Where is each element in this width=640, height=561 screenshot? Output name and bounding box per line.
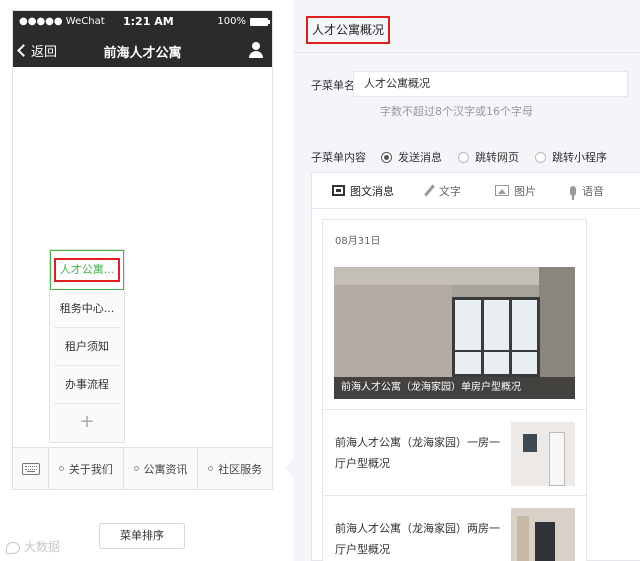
- tab-text[interactable]: 文字: [424, 183, 461, 199]
- submenu-item-rental-center[interactable]: 租务中心...: [54, 290, 120, 328]
- keyboard-icon: [21, 462, 40, 475]
- carrier-label: ●●●●● WeChat: [19, 16, 105, 27]
- tab-news[interactable]: 图文消息: [332, 183, 394, 199]
- add-submenu-button[interactable]: +: [50, 404, 124, 442]
- article-date: 08月31日: [335, 236, 381, 247]
- keyboard-toggle-button[interactable]: [13, 448, 49, 489]
- message-content-box: 图文消息 文字 图片 语音 08月31日 前海人才公寓（龙海家园）单房户型概况 …: [311, 172, 640, 561]
- cover-caption: 前海人才公寓（龙海家园）单房户型概况: [334, 377, 575, 399]
- nav-title: 前海人才公寓: [103, 46, 182, 61]
- sub-article-item[interactable]: 前海人才公寓（龙海家园）一房一厅户型概况: [323, 409, 586, 495]
- submenu-item-label: 人才公寓...: [53, 258, 121, 282]
- nav-bar: 返回 前海人才公寓: [13, 33, 272, 67]
- radio-unchecked-icon: [535, 151, 546, 163]
- editor-title: 人才公寓概况: [306, 16, 391, 44]
- divider: [293, 52, 640, 53]
- sub-article-thumbnail: [511, 422, 575, 486]
- menu-tab-label: 公寓资讯: [143, 462, 188, 476]
- message-type-tabs: 图文消息 文字 图片 语音: [312, 173, 640, 209]
- menu-sort-button[interactable]: 菜单排序: [99, 523, 185, 549]
- phone-preview: ●●●●● WeChat 1:21 AM 100% 返回 前海人才公寓 人才公寓…: [12, 10, 273, 490]
- submenu-content-label: 子菜单内容: [311, 151, 366, 164]
- sub-article-title: 前海人才公寓（龙海家园）一房一厅户型概况: [335, 436, 500, 470]
- tab-label: 语音: [582, 184, 604, 198]
- menu-tab-label: 社区服务: [218, 462, 263, 476]
- cover-image[interactable]: 前海人才公寓（龙海家园）单房户型概况: [334, 267, 575, 399]
- menu-dot-icon: [208, 466, 214, 471]
- watermark: 大数据: [6, 538, 60, 555]
- sub-article-title: 前海人才公寓（龙海家园）两房一厅户型概况: [335, 522, 500, 556]
- watermark-label: 大数据: [24, 540, 61, 554]
- weibo-icon: [6, 541, 20, 554]
- news-icon: [332, 185, 345, 196]
- content-type-radio-group: 发送消息 跳转网页 跳转小程序: [381, 149, 623, 165]
- menu-dot-icon: [58, 466, 64, 471]
- status-bar: ●●●●● WeChat 1:21 AM 100%: [13, 11, 272, 33]
- radio-open-webpage[interactable]: 跳转网页: [458, 149, 519, 165]
- menu-dot-icon: [133, 466, 139, 471]
- radio-label: 跳转小程序: [552, 151, 607, 164]
- submenu-item-talent-apartment[interactable]: 人才公寓...: [50, 250, 124, 290]
- battery-icon: [250, 18, 270, 26]
- battery-label: 100%: [217, 16, 246, 27]
- menu-tab-about-us[interactable]: 关于我们: [49, 448, 124, 489]
- tab-label: 图文消息: [350, 184, 394, 198]
- menu-bar: 关于我们 公寓资讯 社区服务: [13, 447, 272, 489]
- user-icon[interactable]: [248, 42, 264, 58]
- menu-tab-community-service[interactable]: 社区服务: [198, 448, 272, 489]
- clock-label: 1:21 AM: [123, 15, 174, 28]
- menu-tab-apartment-news[interactable]: 公寓资讯: [124, 448, 199, 489]
- radio-unchecked-icon: [458, 151, 469, 163]
- panel-pointer-arrow: [285, 460, 293, 476]
- window-illustration: [452, 297, 540, 377]
- microphone-icon: [570, 185, 576, 200]
- tab-image[interactable]: 图片: [495, 183, 536, 199]
- menu-editor-panel: 人才公寓概况 子菜单名称 人才公寓概况 字数不超过8个汉字或16个字母 子菜单内…: [293, 0, 640, 561]
- tab-label: 图片: [514, 184, 536, 198]
- radio-send-message[interactable]: 发送消息: [381, 149, 442, 165]
- radio-checked-icon: [381, 151, 392, 163]
- image-icon: [495, 185, 509, 196]
- submenu-item-tenant-notice[interactable]: 租户须知: [54, 328, 120, 366]
- article-card[interactable]: 08月31日 前海人才公寓（龙海家园）单房户型概况 前海人才公寓（龙海家园）一房…: [322, 219, 587, 561]
- radio-label: 跳转网页: [475, 151, 519, 164]
- tab-label: 文字: [439, 184, 461, 198]
- sub-article-thumbnail: [511, 508, 575, 561]
- submenu-name-hint: 字数不超过8个汉字或16个字母: [380, 105, 533, 118]
- sub-article-item[interactable]: 前海人才公寓（龙海家园）两房一厅户型概况: [323, 495, 586, 561]
- submenu-popup: 人才公寓... 租务中心... 租户须知 办事流程 +: [49, 249, 125, 443]
- radio-open-miniprogram[interactable]: 跳转小程序: [535, 149, 607, 165]
- submenu-name-input[interactable]: 人才公寓概况: [353, 71, 628, 97]
- submenu-item-procedures[interactable]: 办事流程: [54, 366, 120, 404]
- menu-tab-label: 关于我们: [68, 462, 113, 476]
- radio-label: 发送消息: [398, 151, 442, 164]
- pencil-icon: [424, 184, 435, 197]
- tab-voice[interactable]: 语音: [570, 183, 604, 200]
